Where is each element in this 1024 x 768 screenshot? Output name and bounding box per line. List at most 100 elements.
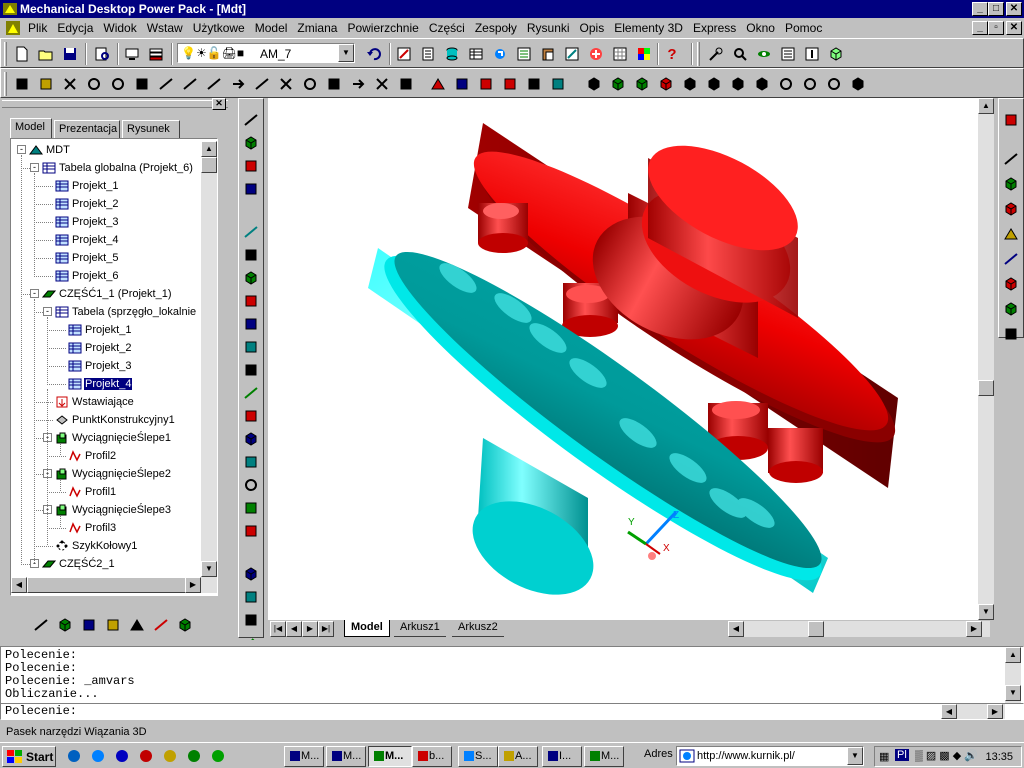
menu-4[interactable]: Użytkowe: [193, 21, 245, 35]
tree-node[interactable]: WyciągnięcieŚlepe1: [55, 429, 172, 447]
scroll-up-icon[interactable]: ▲: [1005, 647, 1021, 663]
modeling-tool-16-icon[interactable]: [240, 474, 262, 496]
menu-11[interactable]: Opis: [580, 21, 605, 35]
modeling-tool-10-icon[interactable]: [240, 336, 262, 358]
prev-tab-icon[interactable]: ◀: [286, 621, 302, 637]
chevron-down-icon[interactable]: ▼: [338, 44, 354, 62]
text-box-icon[interactable]: [523, 73, 545, 95]
iso-view-1-icon[interactable]: [583, 73, 605, 95]
tree-scrollbar[interactable]: ▲ ▼: [201, 141, 217, 577]
modeling-tool-6-icon[interactable]: [240, 244, 262, 266]
start-button[interactable]: Start: [2, 746, 56, 767]
tree-expander[interactable]: -: [17, 145, 26, 154]
properties-icon[interactable]: [393, 43, 415, 65]
address-value[interactable]: http://www.kurnik.pl/: [697, 750, 795, 762]
tree-node[interactable]: Projekt_1: [55, 177, 119, 195]
grid-icon[interactable]: [609, 43, 631, 65]
sketch-icon[interactable]: [499, 73, 521, 95]
square-icon[interactable]: [131, 73, 153, 95]
hscroll-thumb[interactable]: [27, 577, 187, 593]
assembly-tool-1-icon[interactable]: [1000, 109, 1022, 131]
taskbar-button[interactable]: M...: [584, 746, 624, 767]
maximize-button[interactable]: □: [988, 2, 1004, 16]
minimize-button[interactable]: _: [972, 2, 988, 16]
menu-12[interactable]: Elementy 3D: [614, 21, 683, 35]
taskbar-button[interactable]: I...: [542, 746, 582, 767]
browser-tool-4-icon[interactable]: [102, 614, 124, 636]
document-icon[interactable]: [4, 19, 22, 37]
next-tab-icon[interactable]: ▶: [302, 621, 318, 637]
fix-icon[interactable]: [35, 73, 57, 95]
mirror-icon[interactable]: [371, 73, 393, 95]
tree-expander[interactable]: -: [30, 163, 39, 172]
tray-icons[interactable]: ▦: [879, 750, 889, 763]
tree-node[interactable]: Profil2: [68, 447, 117, 465]
menu-7[interactable]: Powierzchnie: [347, 21, 418, 35]
view-icon[interactable]: [547, 73, 569, 95]
view-list-icon[interactable]: [777, 43, 799, 65]
tree-node[interactable]: Wstawiające: [55, 393, 135, 411]
modify-icon[interactable]: [451, 73, 473, 95]
scroll-right-icon[interactable]: ▶: [966, 621, 982, 637]
tree-hscrollbar[interactable]: ◀ ▶: [11, 577, 217, 593]
radius-icon[interactable]: [299, 73, 321, 95]
tree-node[interactable]: Projekt_4: [55, 231, 119, 249]
tree-node[interactable]: WyciągnięcieŚlepe3: [55, 501, 172, 519]
modeling-tool-15-icon[interactable]: [240, 451, 262, 473]
menu-8[interactable]: Części: [429, 21, 465, 35]
modeling-tool-7-icon[interactable]: [240, 267, 262, 289]
cross-icon[interactable]: [59, 73, 81, 95]
menu-13[interactable]: Express: [693, 21, 736, 35]
assembly-tool-5-icon[interactable]: [1000, 223, 1022, 245]
modeling-tool-8-icon[interactable]: [240, 290, 262, 312]
scroll-down-icon[interactable]: ▼: [1005, 685, 1021, 701]
address-bar[interactable]: http://www.kurnik.pl/ ▼: [676, 746, 864, 766]
modeling-tool-1-icon[interactable]: [240, 109, 262, 131]
modeling-tool-14-icon[interactable]: [240, 428, 262, 450]
help-icon[interactable]: ?: [661, 43, 683, 65]
lock-icon[interactable]: [395, 73, 417, 95]
doc-close-button[interactable]: ✕: [1006, 21, 1022, 35]
list-icon[interactable]: [417, 43, 439, 65]
circle-icon[interactable]: [83, 73, 105, 95]
menu-14[interactable]: Okno: [746, 21, 775, 35]
close-button[interactable]: ✕: [1006, 2, 1022, 16]
modeling-tool-5-icon[interactable]: [240, 221, 262, 243]
assembly-tool-2-icon[interactable]: [1000, 148, 1022, 170]
viewport-hscrollbar[interactable]: ◀ ▶: [728, 621, 990, 637]
collinear-icon[interactable]: [323, 73, 345, 95]
side-view-icon[interactable]: [703, 73, 725, 95]
modeling-tool-19-icon[interactable]: [240, 563, 262, 585]
horizontal-icon[interactable]: [227, 73, 249, 95]
axo-view-icon[interactable]: [751, 73, 773, 95]
3d-view-icon[interactable]: [847, 73, 869, 95]
assembly-tool-3-icon[interactable]: [1000, 173, 1022, 195]
open-file-icon[interactable]: [35, 43, 57, 65]
assembly-tool-6-icon[interactable]: [1000, 248, 1022, 270]
taskbar-button[interactable]: b...: [412, 746, 452, 767]
layer-previous-icon[interactable]: [363, 43, 385, 65]
scroll-right-icon[interactable]: ▶: [987, 704, 1003, 719]
layers-icon[interactable]: [145, 43, 167, 65]
hscroll-thumb[interactable]: [808, 621, 824, 637]
tab-drawing[interactable]: Rysunek: [122, 120, 180, 138]
perpendicular-icon[interactable]: [179, 73, 201, 95]
monitor-icon[interactable]: [121, 43, 143, 65]
close-icon[interactable]: ✕: [212, 98, 226, 110]
tab-presentation[interactable]: Prezentacja: [54, 120, 120, 138]
tree-node[interactable]: Projekt_6: [55, 267, 119, 285]
browser-grip[interactable]: [2, 100, 228, 108]
quick-launch-2-icon[interactable]: [88, 746, 108, 766]
taskbar-button[interactable]: A...: [498, 746, 538, 767]
tree-node[interactable]: Profil3: [68, 519, 117, 537]
toolbar-grip[interactable]: [4, 42, 7, 66]
new-file-icon[interactable]: [11, 43, 33, 65]
menu-10[interactable]: Rysunki: [527, 21, 570, 35]
tree-node[interactable]: CZĘŚĆ2_1: [41, 555, 116, 573]
scroll-up-icon[interactable]: ▲: [978, 98, 994, 114]
zoom-icon[interactable]: [729, 43, 751, 65]
iso-view-4-icon[interactable]: [655, 73, 677, 95]
orbit-2-icon[interactable]: [799, 73, 821, 95]
xvalue-icon[interactable]: [275, 73, 297, 95]
top-view-icon[interactable]: [727, 73, 749, 95]
